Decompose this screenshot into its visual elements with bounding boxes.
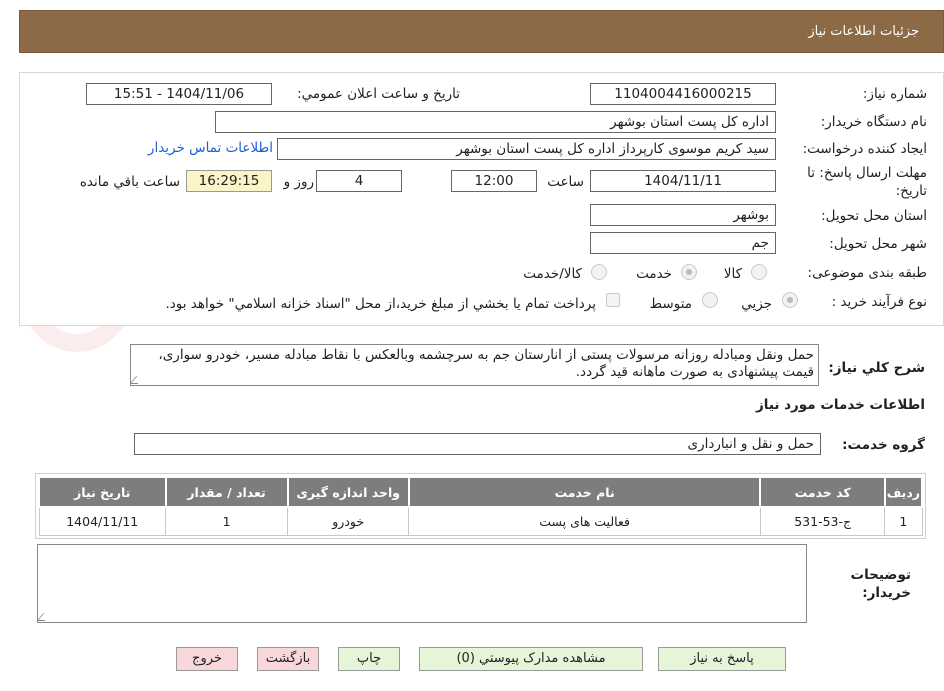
- treasury-payment-checkbox[interactable]: [606, 293, 620, 307]
- resize-handle-icon[interactable]: [38, 613, 52, 621]
- description-textarea[interactable]: حمل ونقل ومبادله روزانه مرسولات پستی از …: [130, 344, 819, 386]
- back-button[interactable]: بازگشت: [257, 647, 319, 671]
- payment-note: پرداخت تمام يا بخشي از مبلغ خريد،از محل …: [165, 296, 596, 312]
- days-label: روز و: [283, 174, 314, 190]
- col-need-date: تاريخ نياز: [38, 476, 167, 508]
- province-label: استان محل تحويل:: [821, 208, 927, 224]
- process-option-minor: جزيي: [741, 296, 772, 312]
- announce-date-label: تاریخ و ساعت اعلان عمومي:: [297, 86, 460, 102]
- page-title: جزئیات اطلاعات نیاز: [808, 24, 919, 39]
- page-header: جزئیات اطلاعات نیاز: [19, 10, 944, 53]
- process-option-medium: متوسط: [649, 296, 692, 312]
- process-radio-minor[interactable]: [782, 292, 798, 308]
- buyer-org-field[interactable]: اداره کل پست استان بوشهر: [215, 111, 776, 133]
- province-field[interactable]: بوشهر: [590, 204, 776, 226]
- remaining-time-label: ساعت باقي مانده: [79, 174, 180, 190]
- col-unit: واحد اندازه گيری: [286, 476, 410, 508]
- need-number-field[interactable]: 1104004416000215: [590, 83, 776, 105]
- announce-date-field[interactable]: 1404/11/06 - 15:51: [86, 83, 272, 105]
- col-quantity: تعداد / مقدار: [164, 476, 289, 508]
- category-option-goods-service: کالا/خدمت: [523, 266, 582, 282]
- deadline-date-field[interactable]: 1404/11/11: [590, 170, 776, 192]
- city-label: شهر محل تحويل:: [829, 236, 927, 252]
- col-service-code: کد خدمت: [759, 476, 886, 508]
- buyer-notes-label-2: خريدار:: [862, 585, 911, 601]
- category-radio-goods-service[interactable]: [591, 264, 607, 280]
- category-radio-service[interactable]: [681, 264, 697, 280]
- cell-row-number: 1: [884, 506, 923, 536]
- service-group-label: گروه خدمت:: [842, 437, 925, 453]
- deadline-time-label: ساعت: [547, 174, 584, 190]
- exit-button[interactable]: خروج: [176, 647, 238, 671]
- category-label: طبقه بندی موضوعی:: [807, 265, 927, 281]
- resize-handle-icon[interactable]: [131, 376, 145, 384]
- category-radio-goods[interactable]: [751, 264, 767, 280]
- requester-field[interactable]: سید کریم موسوی کارپرداز اداره کل پست است…: [277, 138, 776, 160]
- cell-service-code: ج-53-531: [759, 506, 886, 536]
- deadline-label: مهلت ارسال پاسخ: تا: [807, 165, 927, 181]
- cell-quantity: 1: [164, 506, 289, 536]
- cell-need-date: 1404/11/11: [38, 506, 166, 536]
- cell-unit: خودرو: [287, 506, 410, 536]
- buyer-notes-textarea[interactable]: [37, 544, 807, 623]
- remaining-time-field: 16:29:15: [186, 170, 272, 192]
- respond-button[interactable]: پاسخ به نياز: [658, 647, 786, 671]
- deadline-time-field[interactable]: 12:00: [451, 170, 537, 192]
- need-number-label: شماره نیاز:: [862, 86, 927, 102]
- deadline-label-date: تاریخ:: [895, 183, 927, 199]
- services-table: رديف کد خدمت نام خدمت واحد اندازه گيری ت…: [38, 476, 924, 536]
- buyer-notes-label: توضيحات: [850, 567, 911, 583]
- col-service-name: نام خدمت: [407, 476, 762, 508]
- requester-label: ايجاد کننده درخواست:: [802, 141, 927, 157]
- city-field[interactable]: جم: [590, 232, 776, 254]
- table-header-row: رديف کد خدمت نام خدمت واحد اندازه گيری ت…: [38, 476, 924, 508]
- print-button[interactable]: چاپ: [338, 647, 400, 671]
- services-section-title: اطلاعات خدمات مورد نياز: [755, 397, 925, 413]
- col-row-number: رديف: [883, 476, 924, 508]
- cell-service-name: فعالیت های پست: [408, 506, 761, 536]
- process-label: نوع فرآيند خريد :: [831, 294, 927, 310]
- buyer-contact-link[interactable]: اطلاعات تماس خريدار: [148, 140, 273, 156]
- category-option-goods: کالا: [723, 266, 742, 282]
- days-remaining-field[interactable]: 4: [316, 170, 402, 192]
- description-text: حمل ونقل ومبادله روزانه مرسولات پستی از …: [158, 347, 814, 380]
- service-group-field[interactable]: حمل و نقل و انبارداری: [134, 433, 821, 455]
- table-row[interactable]: 1 ج-53-531 فعالیت های پست خودرو 1 1404/1…: [38, 506, 923, 536]
- view-attachments-button[interactable]: مشاهده مدارک پيوستي (0): [419, 647, 643, 671]
- description-label: شرح کلي نياز:: [828, 360, 925, 376]
- process-radio-medium[interactable]: [702, 292, 718, 308]
- category-option-service: خدمت: [636, 266, 672, 282]
- buyer-org-label: نام دستگاه خريدار:: [820, 114, 927, 130]
